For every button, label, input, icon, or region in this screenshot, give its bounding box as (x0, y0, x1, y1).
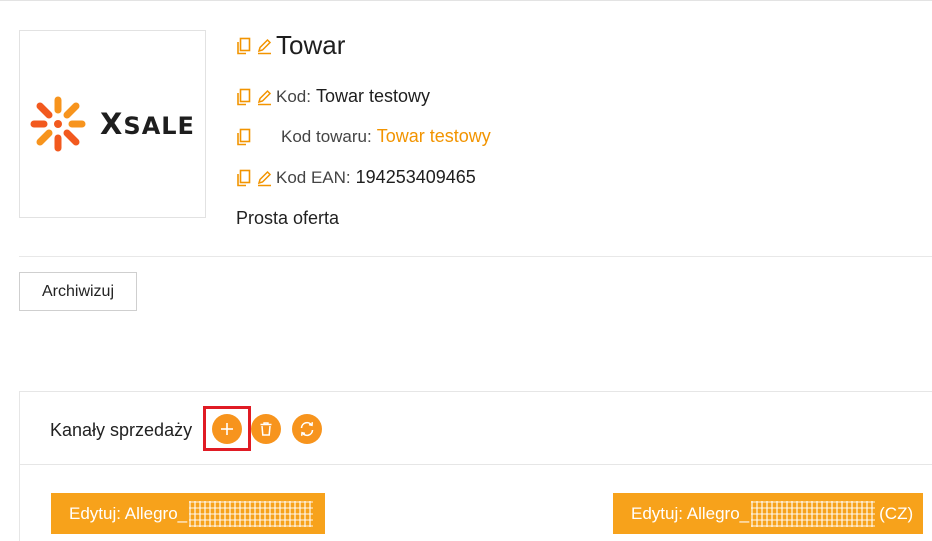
product-title-row: Towar (236, 30, 345, 61)
ean-row: Kod EAN: 194253409465 (236, 167, 476, 188)
redacted-channel-name (751, 500, 876, 527)
archive-button[interactable]: Archiwizuj (19, 272, 137, 311)
refresh-icon (300, 421, 314, 437)
edit-channel-button[interactable]: Edytuj: Allegro_ (51, 493, 325, 534)
trash-icon (260, 422, 272, 436)
copy-icon[interactable] (236, 169, 252, 187)
xsale-logo-text: XSALE (100, 107, 195, 141)
kod-value: Towar testowy (315, 86, 431, 106)
copy-icon[interactable] (236, 88, 252, 106)
edit-channel-button[interactable]: Edytuj: Allegro_ (CZ) (613, 493, 923, 534)
section-divider (19, 256, 932, 257)
edit-channel-label: Edytuj: Allegro_ (631, 503, 750, 523)
product-image: XSALE (19, 30, 206, 218)
edit-channel-label: Edytuj: Allegro_ (69, 503, 188, 523)
edit-icon[interactable] (256, 88, 272, 106)
kod-label: Kod: (276, 86, 311, 106)
delete-channel-button[interactable] (251, 414, 281, 444)
kod-towaru-link[interactable]: Towar testowy (377, 126, 491, 147)
redacted-channel-name (189, 500, 314, 527)
ean-label: Kod EAN: (276, 167, 351, 187)
sales-channels-header: Kanały sprzedaży (20, 392, 932, 465)
xsale-logo: XSALE (30, 96, 195, 152)
xsale-logo-mark (30, 96, 86, 152)
copy-icon[interactable] (236, 37, 252, 55)
top-divider (0, 0, 932, 1)
product-title: Towar (276, 30, 346, 60)
add-button-highlight (203, 406, 251, 451)
refresh-channels-button[interactable] (292, 414, 322, 444)
kod-towaru-label: Kod towaru: (281, 126, 372, 146)
edit-channel-suffix: (CZ) (879, 503, 914, 523)
edit-icon[interactable] (256, 169, 272, 187)
kod-towaru-row: Kod towaru: Towar testowy (236, 126, 491, 147)
sales-channels-title: Kanały sprzedaży (50, 420, 193, 440)
copy-icon[interactable] (236, 128, 252, 146)
ean-value: 194253409465 (355, 167, 476, 187)
sales-channels-panel: Kanały sprzedaży Edytuj: Allegro_ Edytuj… (19, 391, 932, 541)
kod-row: Kod: Towar testowy (236, 86, 430, 107)
offer-type-row: Prosta oferta (236, 208, 339, 229)
edit-icon[interactable] (256, 37, 272, 55)
offer-type: Prosta oferta (236, 208, 340, 228)
